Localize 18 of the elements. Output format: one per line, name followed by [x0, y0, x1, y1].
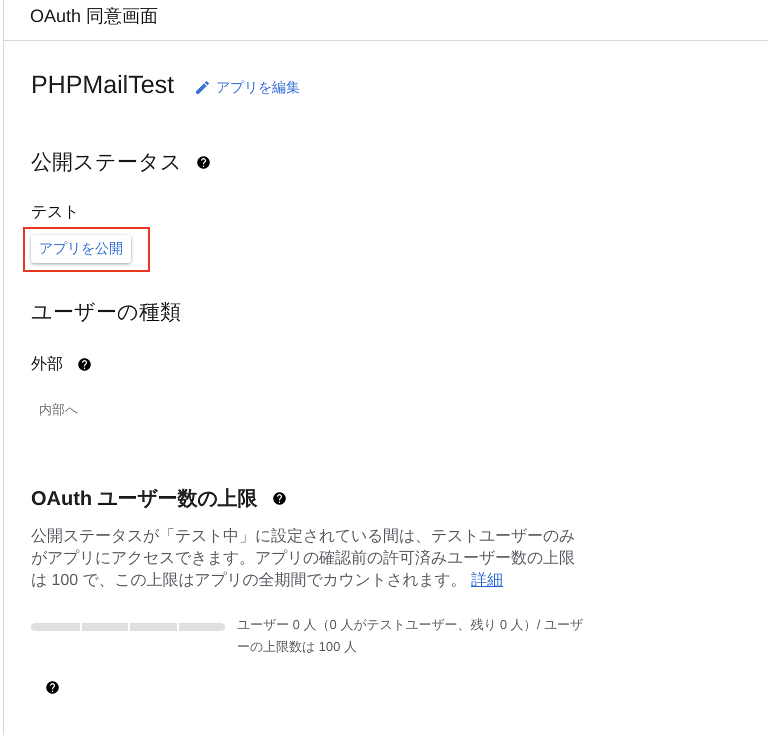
edit-link[interactable]: アプリを編集 [194, 78, 300, 96]
app-name: PHPMailTest [31, 71, 174, 100]
section-heading: OAuth ユーザー数の上限 [31, 487, 258, 512]
help-icon[interactable] [272, 491, 287, 506]
help-icon[interactable] [45, 680, 60, 695]
publish-button[interactable]: アプリを公開 [31, 235, 131, 263]
user-count-text: ユーザー 0 人（0 人がテストユーザー、残り 0 人）/ ユーザーの上限数は 100 人 [237, 616, 584, 656]
make-internal-button[interactable]: 内部へ [39, 401, 78, 419]
status-text: テスト [31, 203, 80, 223]
help-icon[interactable] [77, 357, 92, 372]
section-heading: ユーザーの種類 [31, 300, 182, 326]
help-icon[interactable] [196, 154, 211, 170]
section-heading: 公開ステータス [31, 150, 182, 176]
pencil-icon [194, 79, 212, 96]
description-text: 公開ステータスが「テスト中」に設定されている間は、テストユーザーのみがアプリにアクセスできます。アプリの確認前の許可済みユーザー数の上限は 100 で、この上限はアプリの全期間でカウントされます。 詳細 [31, 526, 576, 591]
user-type-text: 外部 [31, 354, 63, 375]
page-title: OAuth 同意画面 [30, 5, 158, 28]
learn-more-link[interactable]: 詳細 [471, 572, 504, 589]
